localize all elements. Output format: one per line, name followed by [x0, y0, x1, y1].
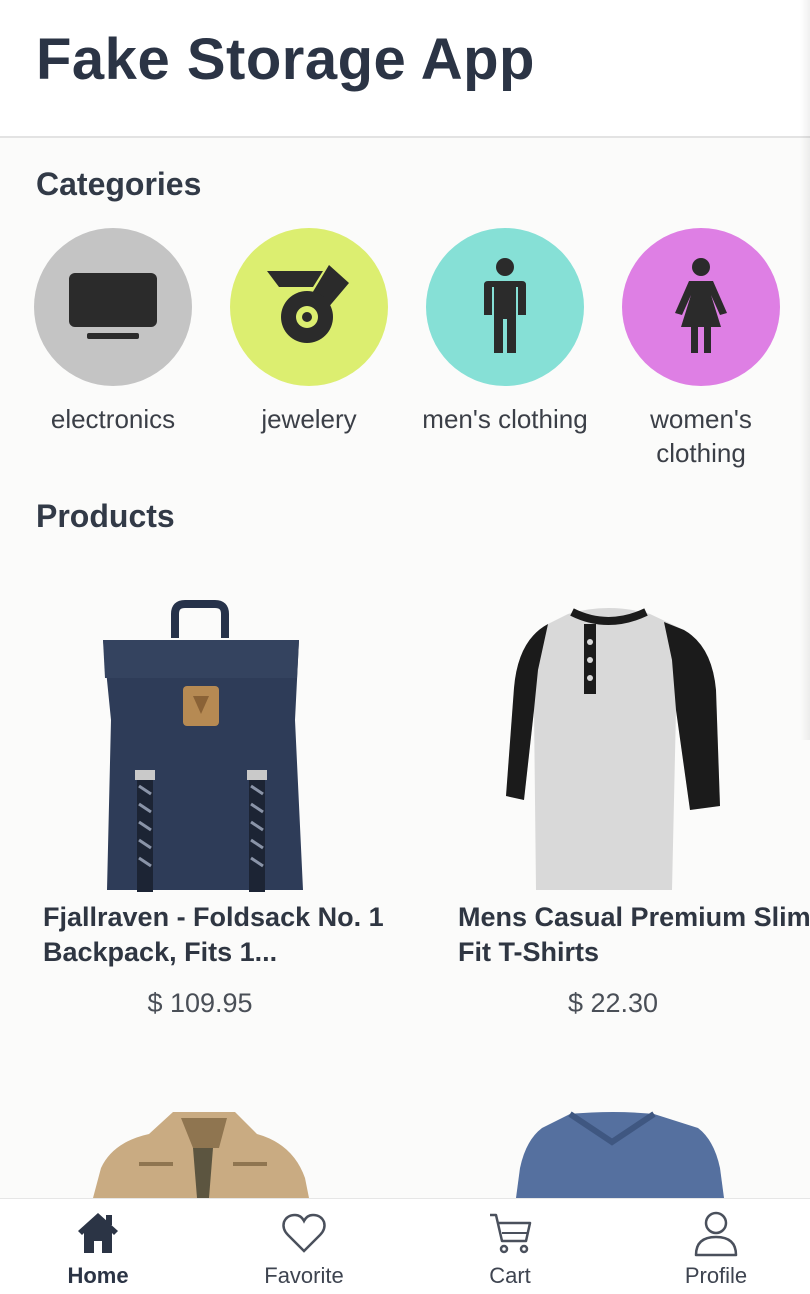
category-mens-clothing[interactable]: men's clothing	[415, 228, 595, 436]
product-card[interactable]	[43, 1108, 403, 1198]
nav-home[interactable]: Home	[23, 1209, 173, 1293]
app-title: Fake Storage App	[36, 27, 535, 92]
category-label: women's clothing	[650, 404, 752, 468]
category-circle	[622, 228, 780, 386]
man-icon	[484, 258, 526, 353]
backpack-image	[103, 600, 303, 892]
category-label: men's clothing	[422, 404, 588, 434]
products-heading: Products	[36, 498, 175, 534]
category-circle	[230, 228, 388, 386]
user-icon	[694, 1211, 738, 1257]
nav-favorite[interactable]: Favorite	[229, 1209, 379, 1293]
tshirt-image	[506, 608, 720, 890]
home-icon	[78, 1213, 118, 1253]
nav-label: Cart	[489, 1263, 531, 1288]
scroll-edge-shadow	[800, 0, 810, 740]
product-name: Mens Casual Premium Slim Fit T-Shirts	[458, 902, 810, 967]
nav-label: Home	[67, 1263, 129, 1288]
heart-icon	[282, 1213, 326, 1253]
product-price: $ 22.30	[567, 988, 659, 1018]
category-label: electronics	[50, 404, 176, 434]
categories-heading: Categories	[36, 166, 202, 202]
category-circle	[34, 228, 192, 386]
app-header: Fake Storage App	[0, 0, 810, 138]
category-circle	[426, 228, 584, 386]
nav-cart[interactable]: Cart	[435, 1209, 585, 1293]
bottom-nav: Home Favorite Cart Profile	[0, 1198, 810, 1294]
ring-icon	[267, 265, 349, 343]
product-price: $ 109.95	[147, 988, 253, 1018]
tv-icon	[69, 273, 157, 339]
product-card[interactable]: Fjallraven - Foldsack No. 1 Backpack, Fi…	[43, 600, 403, 1040]
nav-label: Profile	[684, 1263, 748, 1288]
nav-label: Favorite	[264, 1263, 344, 1288]
product-card[interactable]: Mens Casual Premium Slim Fit T-Shirts $ …	[458, 600, 810, 1040]
woman-icon	[675, 258, 727, 353]
category-list: electronics jewelery men's clothing wome…	[0, 228, 810, 478]
cart-icon	[490, 1213, 532, 1254]
product-card[interactable]	[458, 1108, 810, 1198]
blue-shirt-image	[516, 1111, 724, 1198]
category-womens-clothing[interactable]: women's clothing	[611, 228, 791, 470]
category-jewelery[interactable]: jewelery	[219, 228, 399, 436]
category-electronics[interactable]: electronics	[23, 228, 203, 436]
jacket-image	[93, 1112, 309, 1198]
nav-profile[interactable]: Profile	[641, 1209, 791, 1293]
product-name: Fjallraven - Foldsack No. 1 Backpack, Fi…	[43, 902, 384, 967]
category-label: jewelery	[261, 404, 357, 434]
